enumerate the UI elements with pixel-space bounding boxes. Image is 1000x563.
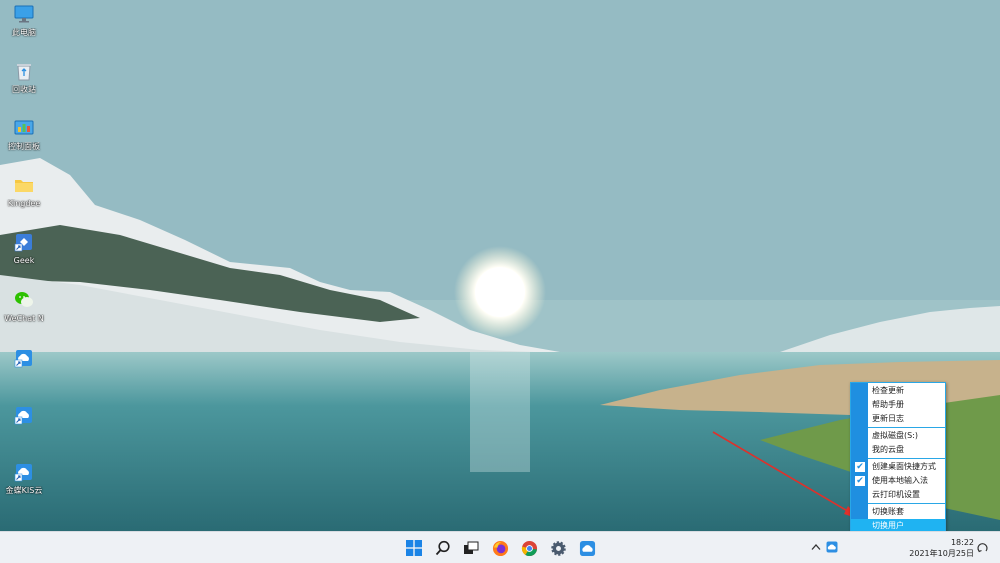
checkmark-icon: ✔ [855, 476, 865, 486]
task-view-button[interactable] [461, 538, 481, 558]
tray-clock[interactable]: 18:22 2021年10月25日 [909, 537, 974, 559]
desktop-icon-geek[interactable]: Geek [2, 232, 46, 266]
menu-item-switch-user[interactable]: 切换用户 [851, 519, 945, 531]
menu-item-label: 检查更新 [872, 386, 904, 395]
menu-item-local-input[interactable]: ✔ 使用本地输入法 [851, 474, 945, 488]
firefox-icon [492, 540, 508, 556]
taskbar: 18:22 2021年10月25日 [0, 531, 1000, 563]
tray-context-menu: 检查更新 帮助手册 更新日志 虚拟磁盘(S:) 我的云盘 ✔ 创建桌面快捷方式 ✔… [850, 382, 946, 531]
chrome-button[interactable] [519, 538, 539, 558]
checkmark-icon: ✔ [855, 462, 865, 472]
notification-icon[interactable] [977, 542, 988, 554]
task-view-icon [464, 541, 479, 554]
desktop-icon-label: Kingdee [7, 199, 41, 208]
menu-item-label: 我的云盘 [872, 445, 904, 454]
kingdee-cloud-icon [14, 464, 32, 482]
show-hidden-icons-chevron-up-icon[interactable] [811, 543, 821, 551]
desktop-icon-kis-cloud[interactable]: 金蝶KIS云 [2, 462, 46, 496]
menu-item-help-manual[interactable]: 帮助手册 [851, 398, 945, 412]
menu-item-label: 帮助手册 [872, 400, 904, 409]
desktop-icon-this-pc[interactable]: 此电脑 [2, 4, 46, 38]
menu-item-switch-account-set[interactable]: 切换账套 [851, 505, 945, 519]
kingdee-cloud-taskbar-button[interactable] [577, 538, 597, 558]
clock-date: 2021年10月25日 [909, 549, 974, 558]
desktop-icon-kingdee[interactable]: Kingdee [2, 175, 46, 209]
desktop-icon-control-panel[interactable]: 控制面板 [2, 118, 46, 152]
clock-time: 18:22 [950, 538, 974, 547]
kingdee-tray-icon[interactable] [826, 541, 838, 553]
firefox-button[interactable] [490, 538, 510, 558]
settings-button[interactable] [548, 538, 568, 558]
cloud-shortcut-icon [14, 407, 32, 425]
desktop-icon-label: 金蝶KIS云 [5, 486, 43, 495]
desktop-icon-cloud-shortcut-2[interactable] [2, 405, 46, 429]
menu-item-cloud-printer[interactable]: 云打印机设置 [851, 488, 945, 502]
menu-item-virtual-disk[interactable]: 虚拟磁盘(S:) [851, 429, 945, 443]
desktop-icon-label: 此电脑 [12, 28, 36, 37]
menu-item-changelog[interactable]: 更新日志 [851, 412, 945, 426]
search-button[interactable] [433, 538, 453, 558]
search-icon [435, 540, 450, 556]
desktop[interactable]: 此电脑 回收站 控制面板 Kingdee Geek WeChat N 金蝶KIS… [0, 0, 1000, 531]
control-panel-icon [14, 120, 34, 135]
menu-item-label: 创建桌面快捷方式 [872, 462, 936, 471]
menu-separator [868, 458, 945, 459]
folder-icon [15, 180, 33, 192]
settings-icon [550, 540, 566, 556]
chrome-icon [521, 540, 537, 556]
menu-separator [868, 427, 945, 428]
desktop-icon-wechat[interactable]: WeChat N [2, 290, 46, 324]
start-icon [406, 540, 422, 556]
geek-shortcut-icon [14, 234, 32, 252]
desktop-icon-label: 回收站 [12, 85, 36, 94]
start-button[interactable] [404, 538, 424, 558]
menu-item-label: 使用本地输入法 [872, 476, 928, 485]
menu-item-check-update[interactable]: 检查更新 [851, 384, 945, 398]
menu-item-my-cloud-disk[interactable]: 我的云盘 [851, 443, 945, 457]
cloud-shortcut-icon [14, 350, 32, 368]
menu-item-create-shortcut[interactable]: ✔ 创建桌面快捷方式 [851, 460, 945, 474]
desktop-icon-recycle-bin[interactable]: 回收站 [2, 61, 46, 95]
menu-item-label: 虚拟磁盘(S:) [872, 431, 919, 440]
desktop-icon-label: 控制面板 [8, 142, 40, 151]
menu-item-label: 更新日志 [872, 414, 904, 423]
menu-item-label: 切换账套 [872, 507, 904, 516]
menu-item-label: 云打印机设置 [872, 490, 920, 499]
monitor-icon [14, 5, 34, 23]
wechat-icon [15, 292, 33, 307]
desktop-icon-label: WeChat N [4, 314, 44, 323]
kingdee-cloud-icon [579, 540, 595, 556]
desktop-icon-label: Geek [13, 256, 35, 265]
desktop-icon-cloud-shortcut-1[interactable] [2, 348, 46, 372]
recycle-bin-icon [17, 64, 31, 81]
menu-separator [868, 503, 945, 504]
menu-item-label: 切换用户 [872, 521, 904, 530]
